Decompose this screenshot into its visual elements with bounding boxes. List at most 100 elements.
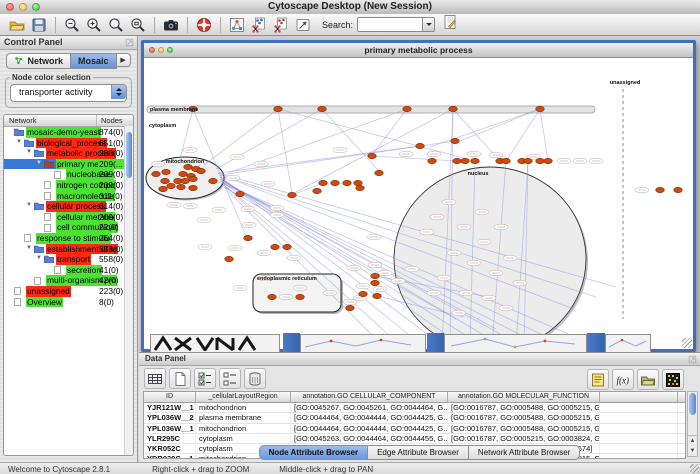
float-panel-icon[interactable]: [125, 38, 134, 47]
float-panel-icon[interactable]: [688, 355, 697, 364]
tree-row[interactable]: ▼primary metabo209(...: [4, 159, 133, 170]
zoom-selected-button[interactable]: [127, 15, 149, 35]
network-node[interactable]: [656, 187, 665, 192]
network-node[interactable]: [331, 180, 340, 185]
network-node[interactable]: [461, 158, 470, 163]
network-node[interactable]: [159, 186, 168, 191]
unselect-attributes-button[interactable]: [219, 368, 241, 389]
network-node[interactable]: [449, 106, 458, 111]
network-node[interactable]: [181, 178, 190, 183]
background-window-edge[interactable]: [283, 333, 300, 352]
network-node[interactable]: [502, 158, 511, 163]
network-node[interactable]: [319, 180, 328, 185]
network-node[interactable]: [179, 171, 188, 176]
tab-overflow-button[interactable]: [117, 53, 131, 67]
network-view-window[interactable]: primary metabolic process plasma membran…: [141, 40, 696, 352]
network-node[interactable]: [189, 176, 198, 181]
tree-row[interactable]: secretion41(0): [4, 265, 133, 276]
network-node[interactable]: [162, 169, 171, 174]
import-button[interactable]: [637, 369, 659, 390]
network-node[interactable]: [236, 191, 245, 196]
tree-expand-icon[interactable]: ▼: [26, 202, 32, 208]
matrix-button[interactable]: [662, 369, 684, 390]
network-node[interactable]: [471, 158, 480, 163]
zoom-out-button[interactable]: [61, 15, 83, 35]
network-node[interactable]: [225, 256, 234, 261]
window-resize-grip[interactable]: [682, 338, 692, 348]
table-row[interactable]: YLR295Ccytoplasm[GO:0045263, GO:0044464,…: [144, 434, 685, 444]
table-row[interactable]: YJR121W__1mitochondrion[GO:0045267, GO:0…: [144, 403, 685, 413]
zoom-fit-button[interactable]: [105, 15, 127, 35]
network-node[interactable]: [197, 168, 206, 173]
delete-attribute-button[interactable]: [244, 368, 266, 389]
background-window-overview[interactable]: [150, 334, 280, 352]
network-node[interactable]: [359, 291, 368, 296]
tree-expand-icon[interactable]: ▼: [36, 160, 42, 166]
network-node[interactable]: [346, 305, 355, 310]
column-header[interactable]: annotation.GO CELLULAR_COMPONENT: [291, 392, 448, 402]
tree-row[interactable]: nucleobase-209(0): [4, 169, 133, 180]
tree-row[interactable]: response to stimulu264(0): [4, 233, 133, 244]
attribute-table-header[interactable]: ID_cellularLayoutRegionannotation.GO CEL…: [144, 392, 685, 403]
help-button[interactable]: [193, 15, 215, 35]
zoom-in-button[interactable]: [83, 15, 105, 35]
background-window-edge[interactable]: [587, 333, 605, 352]
network-node[interactable]: [209, 178, 218, 183]
column-header[interactable]: [600, 392, 678, 402]
network-node[interactable]: [167, 183, 176, 188]
network-node[interactable]: [189, 185, 198, 190]
network-node[interactable]: [375, 170, 384, 175]
network-node[interactable]: [318, 106, 327, 111]
network-node[interactable]: [268, 294, 277, 299]
network-node[interactable]: [161, 178, 170, 183]
network-node[interactable]: [356, 185, 365, 190]
network-node[interactable]: [416, 143, 425, 148]
network-node[interactable]: [343, 180, 352, 185]
tree-expand-icon[interactable]: ▼: [26, 245, 32, 251]
open-button[interactable]: [6, 15, 28, 35]
network-node[interactable]: [288, 192, 297, 197]
tree-scroll-thumb[interactable]: [126, 132, 132, 178]
network-node[interactable]: [177, 184, 186, 189]
tab-edge-attribute-browser[interactable]: Edge Attribute Browser: [368, 445, 469, 460]
save-button[interactable]: [28, 15, 50, 35]
tree-row[interactable]: unassigned223(0): [4, 286, 133, 297]
node-color-select[interactable]: transporter activity: [10, 84, 127, 102]
network-node[interactable]: [544, 158, 553, 163]
tab-network-attribute-browser[interactable]: Network Attribute Browser: [469, 445, 580, 460]
network-view-titlebar[interactable]: primary metabolic process: [144, 43, 693, 58]
tab-network[interactable]: Network: [6, 53, 71, 69]
tab-mosaic[interactable]: Mosaic: [71, 53, 117, 69]
table-row[interactable]: YPL036W__2plasma membrane[GO:0044464, GO…: [144, 413, 685, 423]
select-attributes-button[interactable]: [194, 368, 216, 389]
tree-row[interactable]: nitrogen compo209(0): [4, 180, 133, 191]
search-config-button[interactable]: [439, 15, 461, 35]
network-node[interactable]: [536, 158, 545, 163]
network-node[interactable]: [296, 294, 305, 299]
tree-row[interactable]: multi-organism pro42(0): [4, 275, 133, 286]
background-window-3[interactable]: [605, 334, 651, 352]
tree-row[interactable]: Overview8(0): [4, 297, 133, 308]
search-input[interactable]: [357, 17, 422, 32]
snapshot-button[interactable]: [160, 15, 182, 35]
network-node[interactable]: [184, 164, 193, 169]
tree-row[interactable]: macromolecule311(0): [4, 191, 133, 202]
tree-expand-icon[interactable]: ▼: [16, 139, 22, 145]
tree-row[interactable]: cell communicat22(0): [4, 222, 133, 233]
app-resize-grip[interactable]: [690, 464, 699, 473]
network-node[interactable]: [244, 235, 253, 240]
tree-expand-icon[interactable]: ▼: [36, 255, 42, 261]
tree-expand-icon[interactable]: ▼: [26, 149, 32, 155]
new-attribute-button[interactable]: [169, 368, 191, 389]
network-node[interactable]: [371, 280, 380, 285]
network-node[interactable]: [373, 293, 382, 298]
search-dropdown-icon[interactable]: [422, 17, 435, 32]
network-node[interactable]: [524, 158, 533, 163]
tree-row[interactable]: mosaic-demo-yeast874(0): [4, 127, 133, 138]
network-node[interactable]: [453, 158, 462, 163]
network-node[interactable]: [152, 171, 161, 176]
tree-row[interactable]: ▼biological_process651(0): [4, 138, 133, 149]
network-node[interactable]: [283, 244, 292, 249]
tree-row[interactable]: cellular metabo209(0): [4, 212, 133, 223]
network-node[interactable]: [403, 106, 412, 111]
